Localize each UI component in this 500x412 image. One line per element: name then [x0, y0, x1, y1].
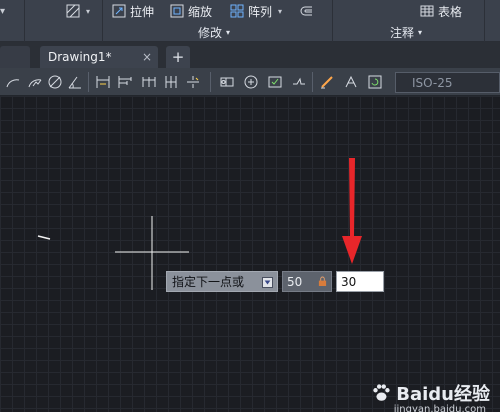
paw-icon — [373, 384, 390, 401]
break-icon[interactable] — [184, 73, 202, 91]
ribbon-divider — [484, 0, 485, 42]
hatch-icon — [66, 4, 80, 18]
angle-value: 30 — [341, 274, 357, 289]
dimension-style-select[interactable]: ISO-25 — [395, 72, 500, 93]
table-button[interactable]: 表格 — [420, 0, 462, 22]
hatch-button[interactable]: ▾ — [66, 0, 90, 22]
chevron-down-icon: ▾ — [418, 27, 423, 37]
canvas-overlay — [37, 158, 362, 290]
dim-edit-icon[interactable] — [318, 73, 336, 91]
jogged-linear-icon[interactable] — [290, 73, 308, 91]
jogged-icon[interactable] — [26, 73, 44, 91]
dynamic-input-prompt-text: 指定下一点或 — [172, 275, 245, 289]
arrow-shape — [342, 158, 362, 264]
chevron-down-icon: ▾ — [278, 6, 283, 16]
chevron-down-icon: ▾ — [86, 6, 91, 16]
drawn-line-segment — [37, 235, 51, 240]
dim-text-edit-icon[interactable] — [342, 73, 360, 91]
close-icon[interactable]: × — [142, 50, 152, 64]
length-input[interactable]: 50 — [282, 271, 332, 292]
array-button[interactable]: 阵列 ▾ — [230, 0, 282, 22]
toolbar-divider — [210, 72, 211, 92]
offset-button[interactable] — [300, 0, 314, 22]
panel-modify-label: 修改 — [198, 25, 223, 40]
tab-previous[interactable] — [0, 46, 30, 68]
angular-icon[interactable] — [66, 73, 84, 91]
scale-icon — [170, 4, 184, 18]
baidu-watermark: Baidu经验 jingyan.baidu.com — [370, 380, 490, 412]
watermark-url: jingyan.baidu.com — [393, 404, 486, 412]
stretch-button[interactable]: 拉伸 — [112, 0, 154, 22]
watermark-brand: Baidu经验 — [396, 384, 490, 405]
tab-drawing1-label: Drawing1* — [48, 50, 112, 64]
dim-update-icon[interactable] — [366, 73, 384, 91]
toolbar-divider — [88, 72, 89, 92]
arc-length-icon[interactable] — [4, 73, 22, 91]
chevron-down-icon: ▾ — [226, 27, 231, 37]
scale-label: 缩放 — [188, 4, 213, 19]
new-tab-button[interactable]: + — [166, 46, 190, 68]
lock-icon[interactable] — [318, 276, 327, 290]
continue-icon[interactable] — [140, 73, 158, 91]
tolerance-icon[interactable] — [218, 73, 236, 91]
quick-dimension-icon[interactable] — [94, 73, 112, 91]
space-icon[interactable] — [162, 73, 180, 91]
file-tab-bar: Drawing1* × + — [0, 42, 500, 68]
offset-icon — [300, 4, 314, 18]
table-icon — [420, 4, 434, 18]
table-label: 表格 — [438, 4, 463, 19]
toolbar-divider — [312, 72, 313, 92]
dimension-toolbar: ISO-25 — [0, 68, 500, 96]
dynamic-input-prompt: 指定下一点或 — [166, 271, 278, 292]
tab-drawing1[interactable]: Drawing1* × — [40, 46, 158, 68]
panel-annotation-label: 注释 — [390, 25, 415, 40]
ribbon-divider — [102, 0, 103, 42]
array-label: 阵列 — [248, 4, 273, 19]
diameter-icon[interactable] — [46, 73, 64, 91]
inspect-icon[interactable] — [266, 73, 284, 91]
panel-modify[interactable]: 修改 ▾ — [198, 24, 230, 40]
drawing-canvas[interactable]: 指定下一点或 50 30 Baidu经验 jingyan.baidu.com — [0, 96, 500, 412]
length-value: 50 — [287, 274, 303, 289]
stretch-icon — [112, 4, 126, 18]
ribbon-divider — [332, 0, 333, 42]
stretch-label: 拉伸 — [130, 4, 155, 19]
ribbon-left-fragment[interactable]: ▾ — [0, 0, 5, 22]
baseline-icon[interactable] — [116, 73, 134, 91]
panel-annotation[interactable]: 注释 ▾ — [390, 24, 422, 40]
ribbon-divider — [24, 0, 25, 42]
options-down-arrow-icon[interactable] — [262, 277, 273, 288]
scale-button[interactable]: 缩放 — [170, 0, 212, 22]
red-arrow-annotation — [342, 158, 362, 264]
array-icon — [230, 4, 244, 18]
center-mark-icon[interactable] — [242, 73, 260, 91]
angle-input[interactable]: 30 — [336, 271, 384, 292]
ribbon: ▾ ▾ 拉伸 缩放 阵列 ▾ 表格 修改 ▾ 注释 ▾ — [0, 0, 500, 42]
